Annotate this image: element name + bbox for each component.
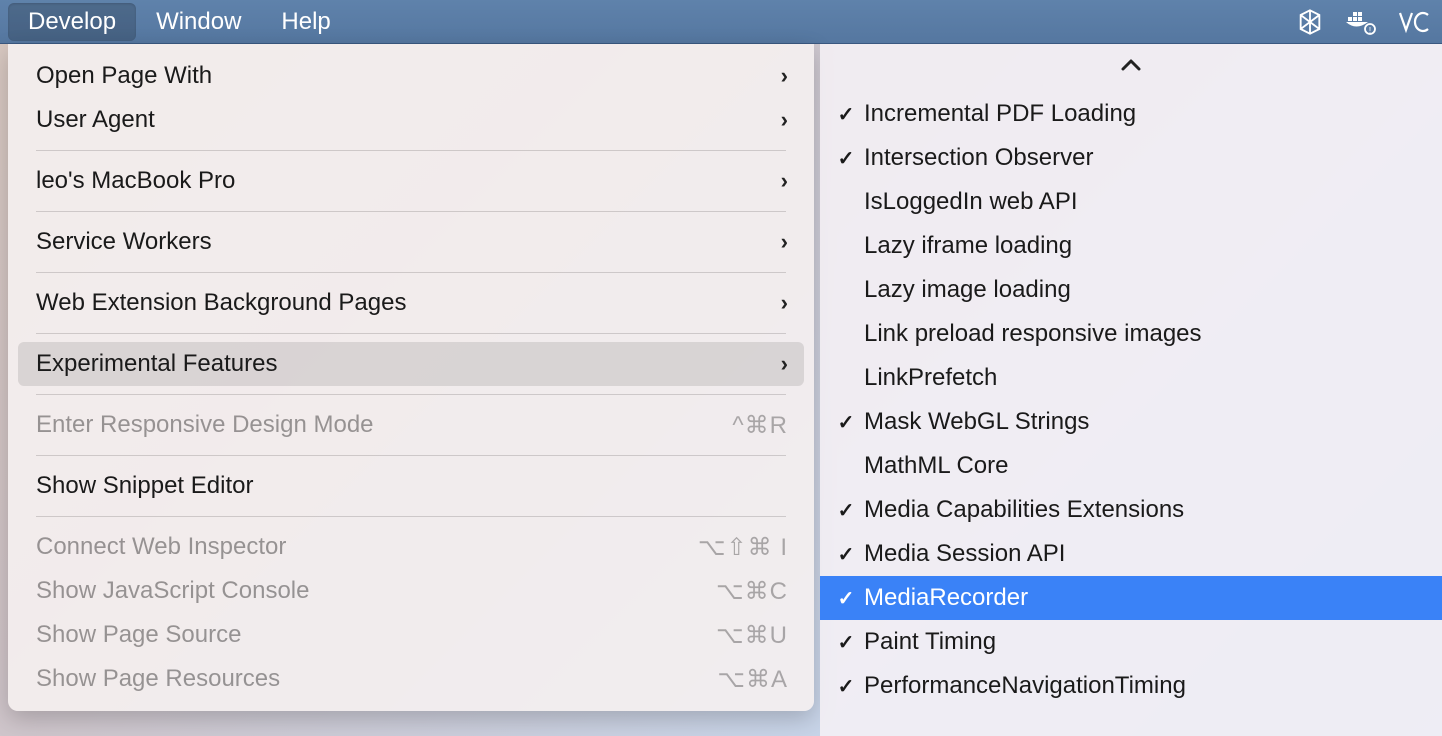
submenu-list: ✓Incremental PDF Loading✓Intersection Ob… [820,52,1442,708]
label: User Agent [36,106,781,134]
item-responsive-design: Enter Responsive Design Mode ^⌘R [8,403,814,447]
feature-item[interactable]: ✓Mask WebGL Strings [820,400,1442,444]
chevron-right-icon: › [781,63,788,89]
feature-item[interactable]: ✓Intersection Observer [820,136,1442,180]
item-js-console: Show JavaScript Console ⌥⌘C [8,569,814,613]
label: Show Page Resources [36,665,717,693]
checkmark-icon: ✓ [828,542,864,567]
chevron-right-icon: › [781,107,788,133]
docker-icon[interactable]: ! [1346,9,1376,35]
feature-label: Media Capabilities Extensions [864,496,1422,524]
separator [36,272,786,273]
checkmark-icon: ✓ [828,630,864,655]
vnc-icon[interactable] [1398,10,1432,34]
feature-label: IsLoggedIn web API [864,188,1422,216]
item-service-workers[interactable]: Service Workers › [8,220,814,264]
shortcut: ⌥⌘A [717,665,788,694]
feature-label: LinkPrefetch [864,364,1422,392]
label: Service Workers [36,228,781,256]
feature-item[interactable]: IsLoggedIn web API [820,180,1442,224]
feature-label: Paint Timing [864,628,1422,656]
feature-label: PerformanceNavigationTiming [864,672,1422,700]
item-device[interactable]: leo's MacBook Pro › [8,159,814,203]
shortcut: ⌥⌘C [716,577,788,606]
feature-label: Lazy image loading [864,276,1422,304]
chevron-right-icon: › [781,168,788,194]
chevron-right-icon: › [781,351,788,377]
feature-item[interactable]: Link preload responsive images [820,312,1442,356]
feature-label: MathML Core [864,452,1422,480]
unity-icon[interactable] [1296,8,1324,36]
label: leo's MacBook Pro [36,167,781,195]
label: Open Page With [36,62,781,90]
label: Show Snippet Editor [36,472,788,500]
feature-label: MediaRecorder [864,584,1422,612]
menu-help[interactable]: Help [261,3,350,41]
checkmark-icon: ✓ [828,498,864,523]
menu-right: ! [1296,8,1432,36]
item-user-agent[interactable]: User Agent › [8,98,814,142]
item-page-resources: Show Page Resources ⌥⌘A [8,657,814,701]
checkmark-icon: ✓ [828,102,864,127]
label: Web Extension Background Pages [36,289,781,317]
separator [36,211,786,212]
feature-item[interactable]: ✓Media Session API [820,532,1442,576]
feature-item[interactable]: MathML Core [820,444,1442,488]
item-experimental-features[interactable]: Experimental Features › [18,342,804,386]
feature-label: Intersection Observer [864,144,1422,172]
svg-text:!: ! [1369,26,1371,35]
feature-item[interactable]: LinkPrefetch [820,356,1442,400]
menubar: Develop Window Help ! [0,0,1442,44]
feature-item[interactable]: ✓MediaRecorder [820,576,1442,620]
checkmark-icon: ✓ [828,586,864,611]
feature-item[interactable]: ✓Incremental PDF Loading [820,92,1442,136]
item-page-source: Show Page Source ⌥⌘U [8,613,814,657]
label: Experimental Features [36,350,781,378]
feature-item[interactable]: Lazy iframe loading [820,224,1442,268]
item-open-page-with[interactable]: Open Page With › [8,54,814,98]
feature-label: Incremental PDF Loading [864,100,1422,128]
develop-dropdown: Open Page With › User Agent › leo's MacB… [8,44,814,711]
menu-window[interactable]: Window [136,3,261,41]
feature-item[interactable]: ✓Paint Timing [820,620,1442,664]
chevron-right-icon: › [781,290,788,316]
feature-label: Mask WebGL Strings [864,408,1422,436]
label: Enter Responsive Design Mode [36,411,732,439]
separator [36,516,786,517]
experimental-features-submenu: ✓Incremental PDF Loading✓Intersection Ob… [820,44,1442,736]
label: Show JavaScript Console [36,577,716,605]
item-snippet-editor[interactable]: Show Snippet Editor [8,464,814,508]
chevron-right-icon: › [781,229,788,255]
shortcut: ⌥⌘U [716,621,788,650]
feature-item[interactable]: ✓PerformanceNavigationTiming [820,664,1442,708]
feature-label: Lazy iframe loading [864,232,1422,260]
item-connect-inspector: Connect Web Inspector ⌥⇧⌘ I [8,525,814,569]
menu-left: Develop Window Help [8,0,351,43]
checkmark-icon: ✓ [828,410,864,435]
checkmark-icon: ✓ [828,146,864,171]
feature-item[interactable]: Lazy image loading [820,268,1442,312]
checkmark-icon: ✓ [828,674,864,699]
shortcut: ⌥⇧⌘ I [698,533,788,562]
separator [36,455,786,456]
item-web-ext-bg[interactable]: Web Extension Background Pages › [8,281,814,325]
feature-label: Media Session API [864,540,1422,568]
label: Connect Web Inspector [36,533,698,561]
separator [36,333,786,334]
shortcut: ^⌘R [732,411,788,440]
separator [36,150,786,151]
scroll-up-icon[interactable] [820,50,1442,80]
feature-label: Link preload responsive images [864,320,1422,348]
separator [36,394,786,395]
menu-develop[interactable]: Develop [8,3,136,41]
label: Show Page Source [36,621,716,649]
feature-item[interactable]: ✓Media Capabilities Extensions [820,488,1442,532]
